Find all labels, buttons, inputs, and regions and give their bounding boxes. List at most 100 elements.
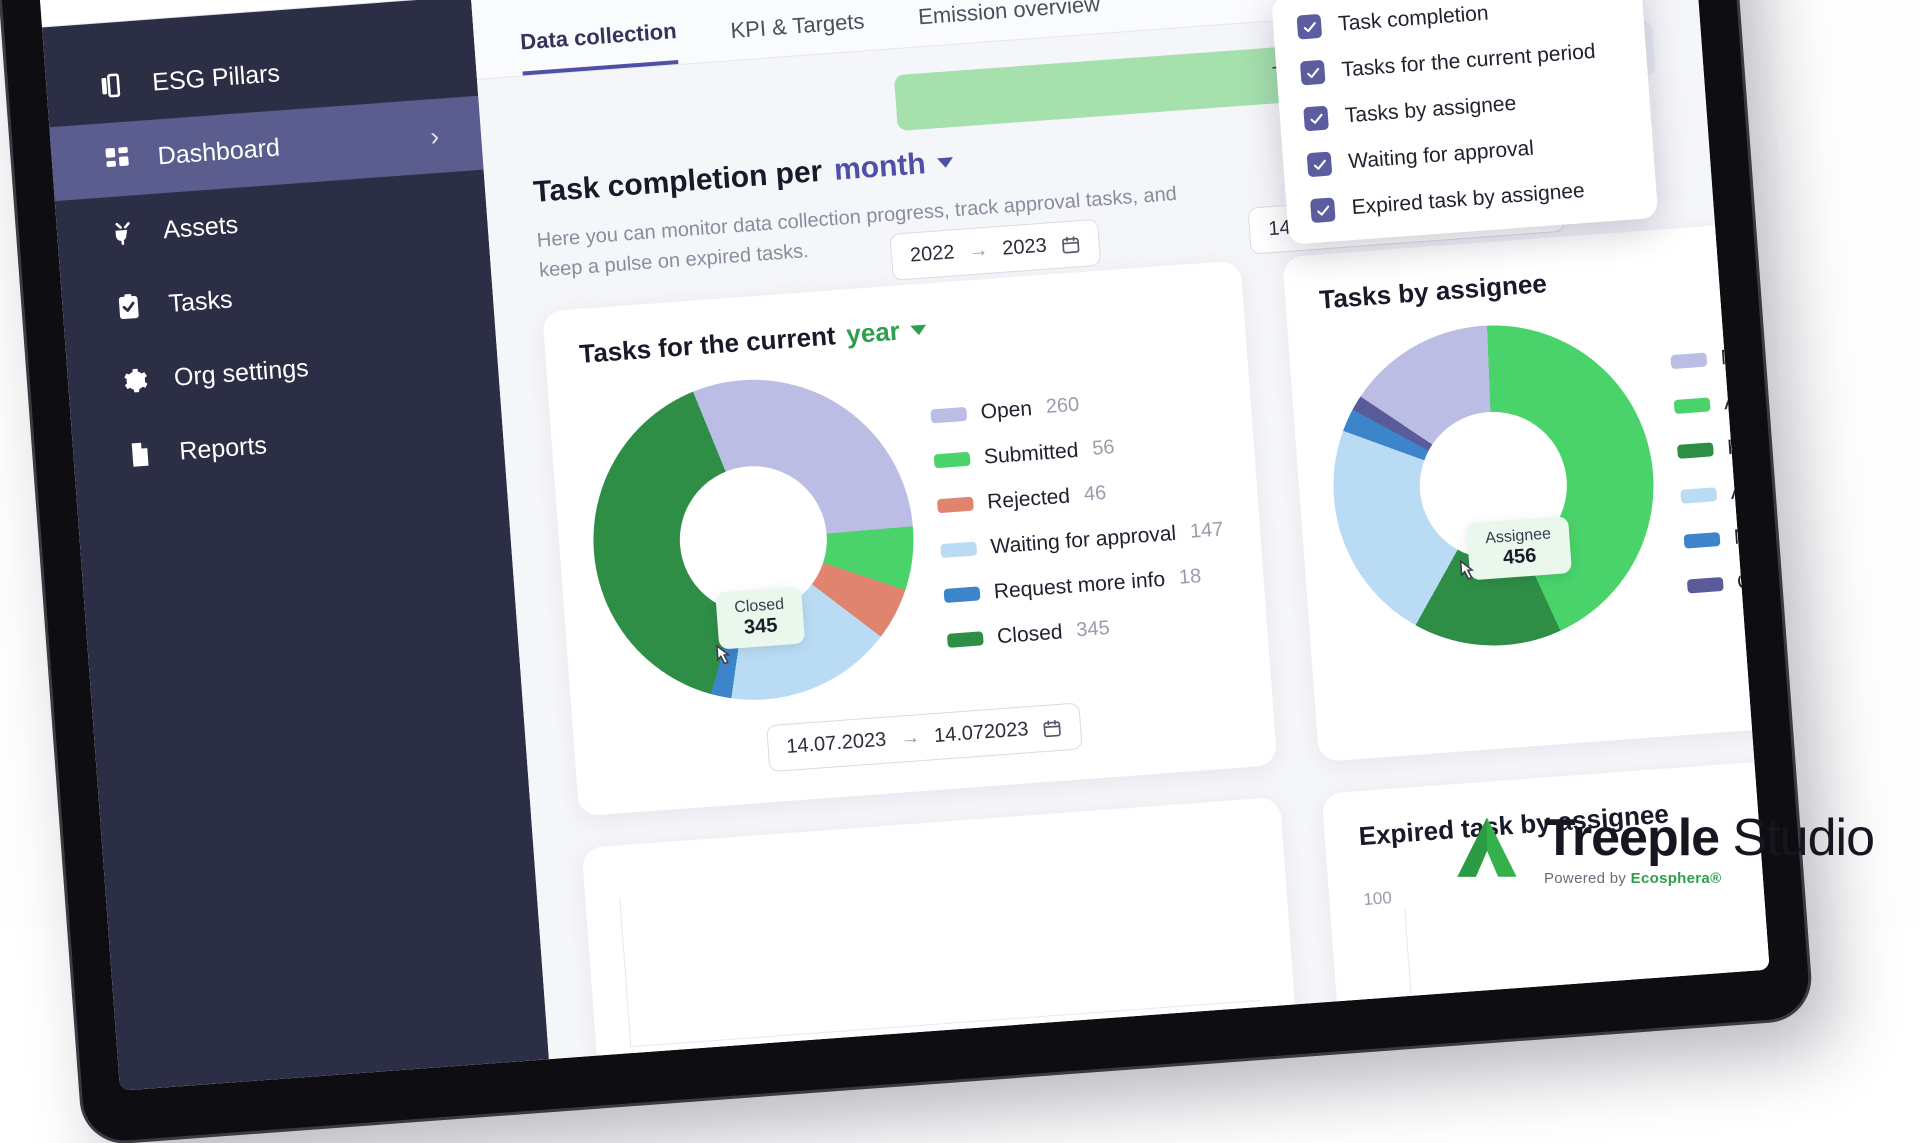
screenshot-stage: Treeple Studio You are in Environment pi… [0, 0, 1920, 930]
checkbox-checked-icon[interactable] [1303, 106, 1329, 132]
sidebar-item-label: Assets [162, 210, 239, 244]
dropdown-item-label: Waiting for approval [1348, 137, 1535, 175]
bar [1665, 1032, 1769, 1040]
legend-value: 260 [1045, 394, 1080, 419]
legend-item[interactable]: Rejected 46 [937, 473, 1221, 518]
dropdown-item[interactable]: Waiting for approval [1307, 130, 1630, 178]
legend-item[interactable]: Waiting for approval 147 [940, 518, 1224, 563]
legend-item[interactable]: Closed345 [946, 608, 1230, 653]
legend-swatch [930, 406, 967, 423]
donut-tasks-current-year[interactable]: Closed 345 [582, 369, 925, 712]
chevron-down-icon[interactable] [937, 157, 954, 168]
donut-tasks-by-assignee[interactable]: Assignee 456 [1322, 314, 1665, 657]
dropdown-item-label: Tasks for the current period [1341, 40, 1597, 83]
legend-swatch [934, 451, 971, 468]
legend-label: Waiting for approval [990, 521, 1177, 559]
tooltip-value: 456 [1486, 543, 1553, 571]
legend-swatch [1670, 352, 1707, 369]
dropdown-item[interactable]: Tasks by assignee [1303, 84, 1626, 132]
checkbox-checked-icon[interactable] [1300, 60, 1326, 86]
dropdown-item[interactable]: Task completion [1297, 0, 1620, 40]
legend-label: Closed [996, 620, 1063, 649]
section-title-prefix: Task completion per [532, 155, 823, 210]
donut-chart [1322, 314, 1665, 657]
legend-value: 147 [1189, 518, 1224, 543]
card-title: Tasks for the current year [578, 314, 928, 370]
legend-value: 18 [1178, 565, 1202, 590]
plug-icon [106, 216, 140, 250]
dropdown-item[interactable]: Expired task by assignee [1310, 176, 1633, 224]
arrow-right-icon: → [968, 239, 990, 263]
legend-swatch [944, 586, 981, 603]
tooltip-value: 345 [735, 614, 786, 641]
device-screen: Treeple Studio You are in Environment pi… [36, 0, 1770, 1091]
cursor-pointer-icon [707, 644, 735, 676]
date-from: 14.07.2023 [786, 729, 888, 759]
watermark-name-light: Studio [1733, 809, 1874, 867]
date-range-tasks-current-bottom[interactable]: 14.07.2023 → 14.072023 [766, 702, 1083, 772]
chart-row: Assignee 456 Melissa Fox156 Alexander Bl… [1322, 291, 1769, 656]
chart-tooltip: Closed 345 [715, 586, 805, 649]
watermark-name-bold: Treeple [1544, 809, 1719, 867]
dropdown-item-label: Task completion [1337, 2, 1489, 37]
legend-swatch [1687, 576, 1724, 593]
legend-swatch [1684, 532, 1721, 549]
sidebar-item-label: Dashboard [157, 133, 281, 171]
legend-value: 46 [1083, 482, 1107, 507]
sidebar-item-label: Org settings [173, 353, 310, 392]
dropdown-item-label: Tasks by assignee [1344, 92, 1517, 129]
treeple-leaf-icon [1450, 812, 1524, 886]
card-title-prefix: Tasks for the current [578, 320, 836, 370]
chevron-right-icon: › [429, 120, 440, 152]
donut-chart [582, 369, 925, 712]
gear-icon [117, 364, 151, 398]
checkbox-checked-icon[interactable] [1297, 14, 1323, 40]
checkbox-checked-icon[interactable] [1307, 152, 1333, 178]
legend-label: Rejected [986, 484, 1070, 514]
sidebar-item-label: Tasks [168, 285, 234, 319]
sidebar-nav: ESG Pillars Dashboard › Assets [42, 0, 549, 1091]
legend-swatch [947, 631, 984, 648]
chevron-down-icon[interactable] [910, 324, 927, 335]
sidebar-item-label: Reports [178, 431, 267, 466]
calendar-icon [1042, 717, 1063, 738]
legend-value: 56 [1091, 436, 1115, 461]
legend-swatch [937, 496, 974, 513]
legend-swatch [1677, 442, 1714, 459]
arrow-right-icon: → [899, 726, 921, 750]
legend-item[interactable]: Submitted56 [933, 428, 1217, 473]
card-tasks-by-assignee: Tasks by assignee Assignee 456 [1282, 206, 1769, 762]
checkbox-checked-icon[interactable] [1310, 197, 1336, 223]
section-title-accent[interactable]: month [833, 147, 927, 188]
tooltip-label: Closed [734, 596, 785, 618]
chart-row: Closed 345 Open260 Submitted56 Re [582, 346, 1236, 711]
card-title-accent[interactable]: year [845, 316, 901, 351]
legend-item[interactable]: Open 260 [930, 383, 1214, 428]
dropdown-item[interactable]: Tasks for the current period [1300, 38, 1623, 86]
card-header: Tasks by assignee [1318, 238, 1769, 315]
cursor-pointer-icon [1451, 559, 1479, 591]
watermark-title: Treeple Studio [1544, 812, 1874, 864]
widget-visibility-dropdown: Task completion Tasks for the current pe… [1271, 0, 1658, 245]
legend-swatch [940, 541, 977, 558]
legend-swatch [1680, 487, 1717, 504]
calendar-icon [1060, 234, 1081, 255]
pillars-icon [95, 68, 129, 102]
watermark-tagline-brand: Ecosphera® [1631, 870, 1722, 887]
date-to: 2023 [1002, 235, 1048, 261]
watermark-tagline: Powered by Ecosphera® [1544, 871, 1874, 886]
document-icon [122, 437, 156, 471]
legend-label: Request more info [993, 567, 1166, 604]
legend-label: Open [980, 397, 1033, 425]
bar [1547, 1040, 1651, 1048]
date-to: 14.072023 [933, 718, 1029, 748]
legend-swatch [1674, 397, 1711, 414]
legend-item[interactable]: Request more info 18 [943, 563, 1227, 608]
laptop-device: Treeple Studio You are in Environment pi… [0, 0, 1811, 1143]
clipboard-check-icon [112, 290, 146, 324]
card-title: Tasks by assignee [1318, 268, 1548, 316]
main-content: Data collection KPI & Targets Emission o… [471, 0, 1770, 1059]
sidebar-item-label: ESG Pillars [151, 59, 281, 97]
date-from: 2022 [909, 241, 955, 267]
watermark-logo: Treeple Studio Powered by Ecosphera® [1450, 812, 1874, 886]
